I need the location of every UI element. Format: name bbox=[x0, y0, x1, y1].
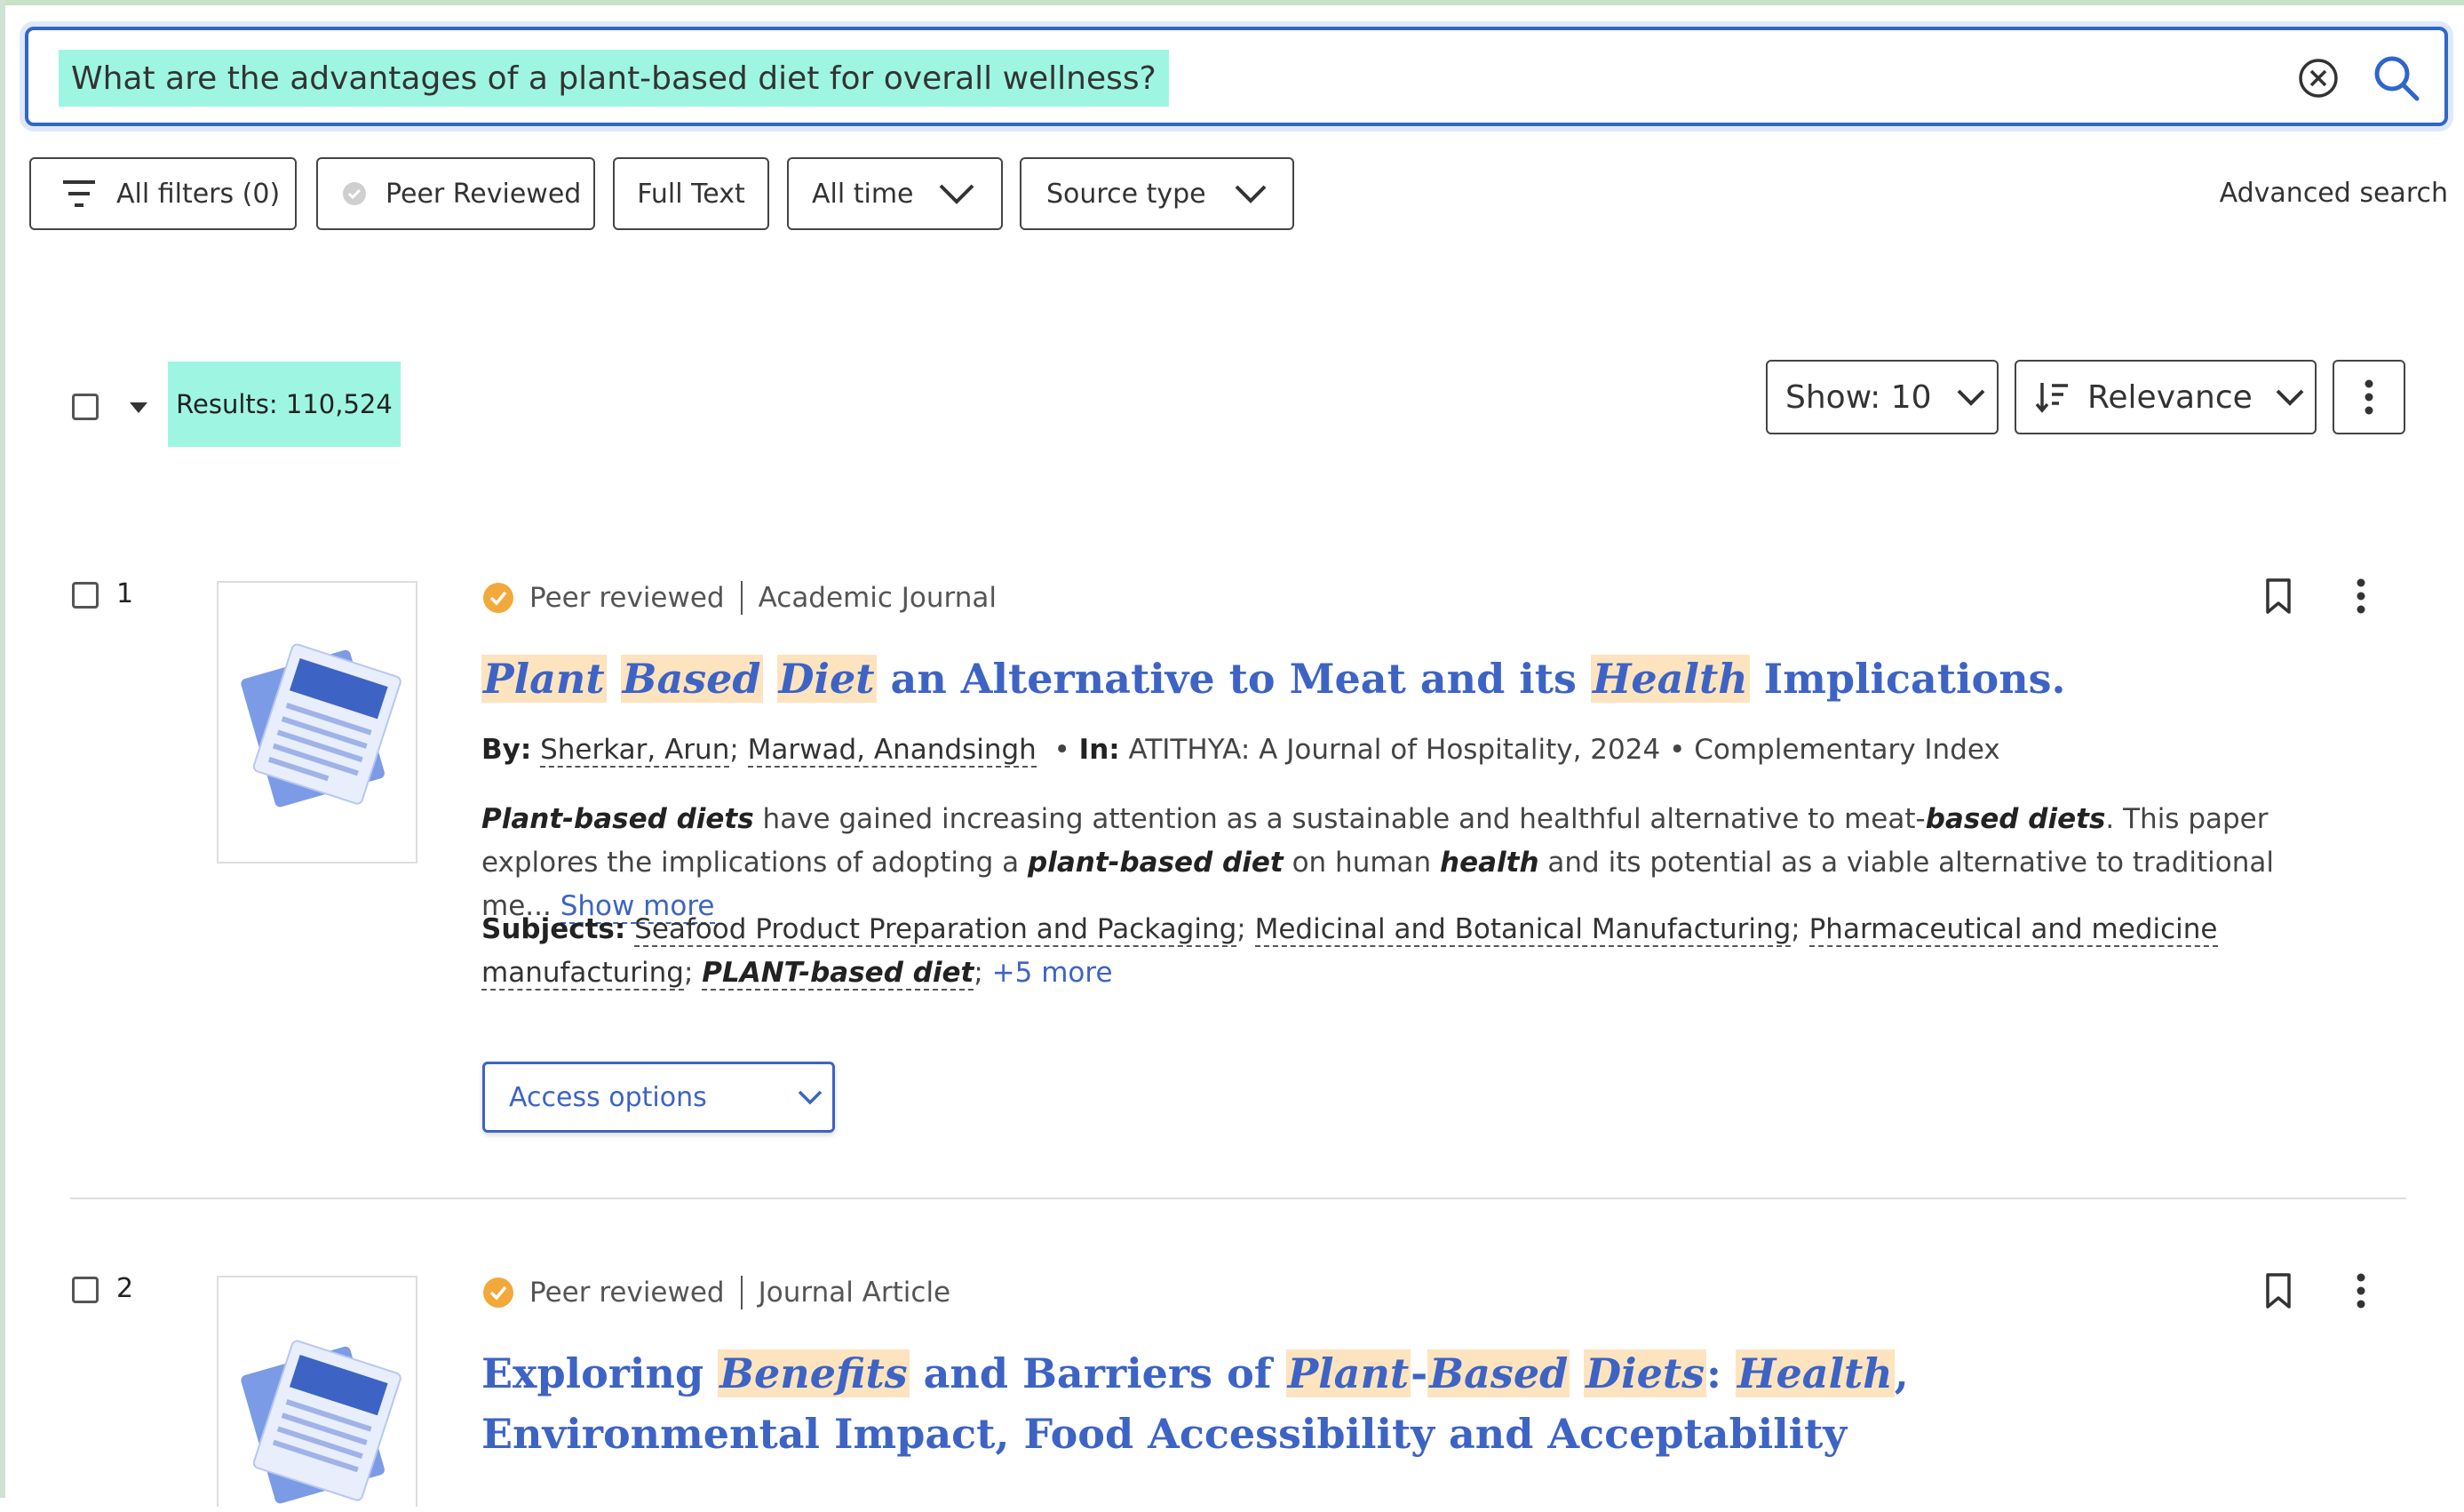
abstract-text: on human bbox=[1283, 847, 1441, 879]
title-text: an Alternative to Meat and its bbox=[876, 655, 1591, 703]
search-input[interactable]: What are the advantages of a plant-based… bbox=[59, 50, 1169, 107]
sort-label: Relevance bbox=[2087, 378, 2253, 416]
result-checkbox[interactable] bbox=[72, 1277, 99, 1303]
subject-link[interactable]: Medicinal and Botanical Manufacturing bbox=[1254, 913, 1792, 947]
title-highlight: Plant bbox=[1285, 1349, 1411, 1397]
document-icon bbox=[241, 1340, 401, 1504]
title-highlight: Diet bbox=[776, 655, 877, 703]
peer-reviewed-toggle[interactable]: Peer Reviewed bbox=[316, 157, 595, 230]
results-count: Results: 110,524 bbox=[168, 362, 401, 447]
result-divider bbox=[70, 1198, 2406, 1199]
source-type-dropdown[interactable]: Source type bbox=[1020, 157, 1294, 230]
subjects-label: Subjects: bbox=[481, 913, 626, 945]
verified-badge-icon bbox=[483, 1277, 513, 1308]
title-highlight: Plant bbox=[481, 655, 607, 703]
title-text: : bbox=[1706, 1349, 1737, 1397]
top-edge bbox=[0, 0, 2464, 5]
title-highlight: Based bbox=[1427, 1349, 1570, 1397]
result-meta: Peer reviewed Journal Article bbox=[481, 1276, 950, 1309]
result-meta: Peer reviewed Academic Journal bbox=[481, 581, 997, 615]
page-size-dropdown[interactable]: Show: 10 bbox=[1766, 360, 1999, 434]
all-filters-button[interactable]: All filters (0) bbox=[29, 157, 297, 230]
sort-icon bbox=[2035, 383, 2068, 413]
abstract-highlight: health bbox=[1440, 847, 1539, 879]
chevron-down-icon bbox=[798, 1090, 822, 1105]
abstract-highlight: plant-based diet bbox=[1028, 847, 1284, 879]
all-time-label: All time bbox=[812, 178, 914, 210]
source-type-label: Source type bbox=[1046, 178, 1206, 210]
chevron-down-icon bbox=[939, 184, 974, 204]
left-edge bbox=[0, 0, 5, 1498]
title-highlight: Benefits bbox=[718, 1349, 910, 1397]
kebab-menu-icon[interactable] bbox=[2341, 1271, 2381, 1310]
result-checkbox[interactable] bbox=[72, 582, 99, 609]
verified-badge-icon bbox=[483, 583, 513, 613]
check-circle-icon bbox=[343, 182, 366, 205]
kebab-menu-icon[interactable] bbox=[2341, 577, 2381, 616]
chevron-down-icon bbox=[1957, 389, 1984, 406]
source-type-tag: Journal Article bbox=[758, 1277, 951, 1309]
filter-icon bbox=[63, 180, 95, 207]
title-highlight: Health bbox=[1736, 1349, 1895, 1397]
title-text bbox=[607, 655, 621, 703]
abstract-text: have gained increasing attention as a su… bbox=[753, 803, 1926, 835]
subject-link[interactable]: Seafood Product Preparation and Packagin… bbox=[634, 913, 1237, 947]
title-text: Exploring bbox=[481, 1349, 719, 1397]
result-number: 2 bbox=[116, 1273, 134, 1304]
advanced-search-link[interactable]: Advanced search bbox=[2220, 178, 2448, 209]
title-text: Implications. bbox=[1749, 655, 2066, 703]
chevron-down-icon bbox=[1235, 185, 1267, 203]
page-size-label: Show: 10 bbox=[1785, 378, 1932, 416]
by-label: By: bbox=[481, 734, 532, 766]
document-thumbnail[interactable] bbox=[217, 1276, 417, 1507]
kebab-menu-icon bbox=[2365, 379, 2373, 415]
all-filters-label: All filters (0) bbox=[116, 178, 281, 210]
full-text-toggle[interactable]: Full Text bbox=[613, 157, 769, 230]
more-options-button[interactable] bbox=[2333, 360, 2405, 434]
source-type-tag: Academic Journal bbox=[758, 582, 997, 614]
in-label: In: bbox=[1078, 734, 1120, 766]
database-name: Complementary Index bbox=[1694, 734, 2000, 766]
publication-source: ATITHYA: A Journal of Hospitality, 2024 bbox=[1128, 734, 1661, 766]
divider bbox=[740, 1276, 743, 1309]
more-subjects-link[interactable]: +5 more bbox=[992, 957, 1113, 989]
bookmark-icon[interactable] bbox=[2259, 577, 2298, 616]
result-subjects: Subjects: Seafood Product Preparation an… bbox=[481, 913, 2218, 991]
title-text: - bbox=[1411, 1349, 1428, 1397]
abstract-highlight: Plant-based diets bbox=[481, 803, 754, 835]
abstract-highlight: based diets bbox=[1925, 803, 2106, 835]
title-text: and Barriers of bbox=[909, 1349, 1286, 1397]
result-number: 1 bbox=[116, 578, 134, 609]
title-highlight: Diets bbox=[1584, 1349, 1707, 1397]
peer-reviewed-label: Peer Reviewed bbox=[385, 178, 582, 210]
chevron-down-icon bbox=[2276, 389, 2304, 406]
title-highlight: Based bbox=[620, 655, 763, 703]
document-thumbnail[interactable] bbox=[217, 581, 417, 863]
title-text bbox=[763, 655, 777, 703]
result-title[interactable]: Plant Based Diet an Alternative to Meat … bbox=[481, 649, 2258, 709]
title-highlight: Health bbox=[1590, 655, 1750, 703]
search-bar[interactable]: What are the advantages of a plant-based… bbox=[25, 27, 2448, 126]
author-link[interactable]: Marwad, Anandsingh bbox=[747, 734, 1037, 768]
divider bbox=[740, 581, 743, 615]
caret-down-icon[interactable] bbox=[128, 401, 149, 415]
close-circle-icon[interactable] bbox=[2293, 53, 2343, 103]
peer-reviewed-tag: Peer reviewed bbox=[529, 582, 725, 614]
byline: By: Sherkar, Arun; Marwad, Anandsingh • … bbox=[481, 734, 2000, 768]
result-title[interactable]: Exploring Benefits and Barriers of Plant… bbox=[481, 1343, 2258, 1464]
full-text-label: Full Text bbox=[637, 178, 745, 210]
all-time-dropdown[interactable]: All time bbox=[787, 157, 1003, 230]
document-icon bbox=[241, 643, 401, 808]
access-options-dropdown[interactable]: Access options bbox=[482, 1062, 835, 1133]
select-all-checkbox[interactable] bbox=[72, 394, 99, 420]
bookmark-icon[interactable] bbox=[2259, 1271, 2298, 1310]
sort-dropdown[interactable]: Relevance bbox=[2015, 360, 2317, 434]
peer-reviewed-tag: Peer reviewed bbox=[529, 1277, 725, 1309]
subject-link[interactable]: PLANT-based diet bbox=[702, 957, 974, 991]
author-link[interactable]: Sherkar, Arun bbox=[540, 734, 730, 768]
title-text bbox=[1570, 1349, 1584, 1397]
search-icon[interactable] bbox=[2368, 50, 2425, 107]
access-options-label: Access options bbox=[509, 1081, 707, 1113]
